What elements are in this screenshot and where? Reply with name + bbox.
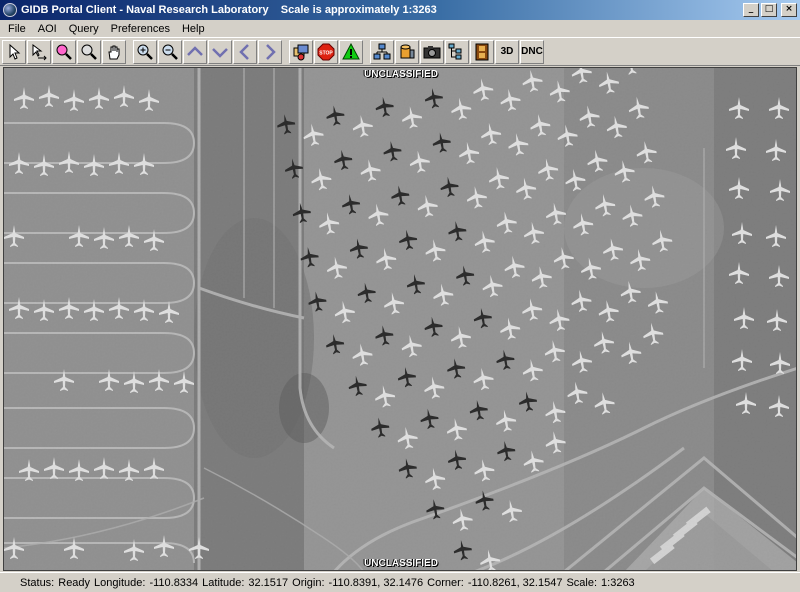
corner-value: -110.8261, 32.1547: [467, 576, 563, 589]
scale-value: 1:3263: [601, 576, 635, 589]
zoom-in-icon: [137, 44, 153, 60]
pointer-tool-button[interactable]: [2, 39, 26, 64]
3d-view-label: 3D: [500, 46, 514, 57]
close-button[interactable]: ×: [781, 3, 797, 17]
pan-down-icon: [212, 47, 228, 58]
origin-label: Origin:: [292, 576, 325, 589]
status-value: Ready: [58, 576, 91, 589]
maximize-button[interactable]: □: [761, 3, 777, 17]
menu-preferences[interactable]: Preferences: [105, 23, 176, 35]
menu-query[interactable]: Query: [63, 23, 105, 35]
latitude-label: Latitude:: [202, 576, 245, 589]
magnify-icon: [81, 44, 97, 60]
window-title: GIDB Portal Client - Naval Research Labo…: [21, 4, 437, 16]
layers-button[interactable]: [289, 39, 313, 64]
menu-bar: File AOI Query Preferences Help: [0, 20, 800, 37]
pan-hand-button[interactable]: [102, 39, 126, 64]
menu-aoi[interactable]: AOI: [32, 23, 63, 35]
zoom-out-button[interactable]: [158, 39, 182, 64]
magnify-button[interactable]: [77, 39, 101, 64]
map-view[interactable]: UNCLASSIFIED UNCLASSIFIED: [3, 67, 797, 571]
status-bar: Status: Ready Longitude: -110.8334 Latit…: [0, 572, 800, 592]
select-aoi-icon: [32, 43, 47, 60]
zoom-region-button[interactable]: [52, 39, 76, 64]
zoom-out-icon: [162, 44, 178, 60]
longitude-value: -110.8334: [149, 576, 199, 589]
pointer-icon: [9, 43, 21, 60]
tree-icon: [448, 43, 462, 59]
title-bar: GIDB Portal Client - Naval Research Labo…: [0, 0, 800, 20]
minimize-button[interactable]: _: [743, 3, 759, 17]
classification-banner-bottom: UNCLASSIFIED: [364, 558, 438, 569]
camera-button[interactable]: [420, 39, 444, 64]
status-label: Status:: [20, 576, 55, 589]
corner-label: Corner:: [427, 576, 464, 589]
film-icon: [475, 43, 489, 60]
warning-icon: [342, 42, 360, 59]
network-icon: [373, 43, 391, 59]
origin-value: -110.8391, 32.1476: [328, 576, 424, 589]
tree-button[interactable]: [445, 39, 469, 64]
pan-up-button[interactable]: [183, 39, 207, 64]
pan-left-icon: [239, 43, 249, 60]
layers-icon: [293, 44, 309, 60]
warning-button[interactable]: [339, 39, 363, 64]
film-button[interactable]: [470, 39, 494, 64]
pan-right-button[interactable]: [258, 39, 282, 64]
pan-up-icon: [187, 45, 203, 56]
svg-text:STOP: STOP: [319, 50, 333, 56]
select-aoi-button[interactable]: [27, 39, 51, 64]
pan-right-icon: [266, 43, 276, 60]
database-icon: [400, 44, 415, 58]
pan-down-button[interactable]: [208, 39, 232, 64]
stop-button[interactable]: STOP: [314, 39, 338, 64]
stop-icon: STOP: [317, 43, 335, 60]
camera-icon: [423, 45, 441, 58]
3d-view-button[interactable]: 3D: [495, 39, 519, 64]
dnc-label: DNC: [521, 46, 543, 57]
dnc-button[interactable]: DNC: [520, 39, 544, 64]
app-globe-icon: [3, 3, 17, 17]
menu-help[interactable]: Help: [176, 23, 211, 35]
scale-label: Scale:: [566, 576, 598, 589]
classification-banner-top: UNCLASSIFIED: [364, 69, 438, 80]
network-button[interactable]: [370, 39, 394, 64]
pan-hand-icon: [108, 45, 120, 59]
pan-left-button[interactable]: [233, 39, 257, 64]
database-button[interactable]: [395, 39, 419, 64]
longitude-label: Longitude:: [94, 576, 146, 589]
aerial-imagery: [4, 68, 796, 570]
toolbar: STOP 3D DNC: [0, 37, 800, 66]
zoom-region-icon: [56, 44, 72, 60]
latitude-value: 32.1517: [248, 576, 289, 589]
menu-file[interactable]: File: [2, 23, 32, 35]
zoom-in-button[interactable]: [133, 39, 157, 64]
